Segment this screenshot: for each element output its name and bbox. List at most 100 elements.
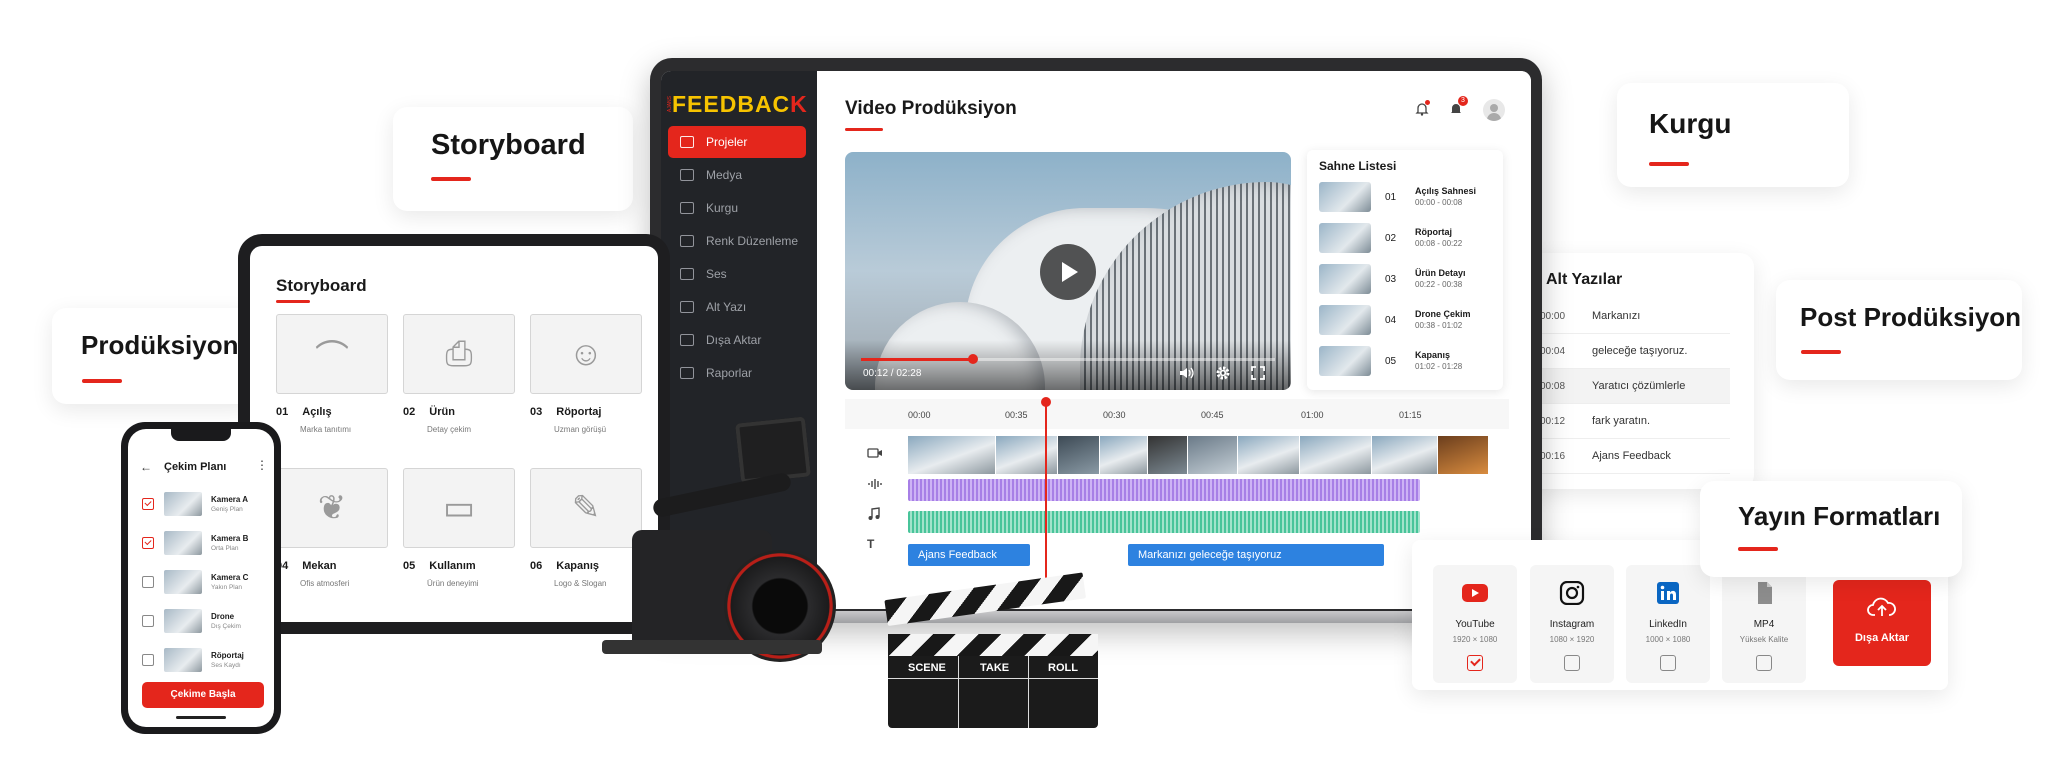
- format-checkbox[interactable]: [1756, 655, 1772, 671]
- progress-handle[interactable]: [967, 354, 978, 364]
- sidebar-item-3[interactable]: Kurgu: [668, 192, 806, 224]
- shot-plan-row[interactable]: Kamera A Geniş Plan: [142, 489, 262, 519]
- label-post-produksiyon: Post Prodüksiyon: [1800, 302, 2022, 332]
- storyboard-card-desc: Detay çekim: [427, 425, 472, 434]
- nav-item-icon: [680, 334, 694, 346]
- scene-info: Kapanış 01:02 - 01:28: [1415, 349, 1462, 373]
- shot-plan-row[interactable]: Röportaj Ses Kaydı: [142, 645, 262, 675]
- nav-item-icon: [680, 268, 694, 280]
- shot-plan-row[interactable]: Drone Dış Çekim: [142, 606, 262, 636]
- bell-icon[interactable]: [1415, 100, 1430, 116]
- shot-thumbnail: [164, 492, 202, 516]
- more-menu-icon[interactable]: ⋮: [256, 458, 268, 472]
- scene-row[interactable]: 04 Drone Çekim 00:38 - 01:02: [1319, 300, 1509, 340]
- shot-plan-row[interactable]: Kamera C Yakın Plan: [142, 567, 262, 597]
- progress-fill: [861, 354, 978, 364]
- clapper-take-label: TAKE: [980, 662, 1010, 674]
- shot-checkbox[interactable]: [142, 654, 154, 666]
- notifications-icon[interactable]: 3: [1449, 96, 1468, 116]
- back-arrow-icon[interactable]: ←: [140, 460, 152, 474]
- timeline[interactable]: 00:00 00:35 00:30 00:45 01:00 01:15 T Ajans F…: [845, 397, 1509, 609]
- subtitle-row[interactable]: 00:08 Yaratıcı çözümlerle: [1540, 369, 1730, 404]
- sidebar-item-1[interactable]: Projeler: [668, 126, 806, 158]
- sidebar-item-2[interactable]: Medya: [668, 159, 806, 191]
- progress-track[interactable]: [861, 354, 1275, 364]
- label-card-kurgu: Kurgu: [1617, 83, 1849, 187]
- scene-name: Ürün Detayı: [1415, 268, 1466, 278]
- scene-row[interactable]: 01 Açılış Sahnesi 00:00 - 00:08: [1319, 177, 1509, 217]
- sidebar-item-8[interactable]: Raporlar: [668, 357, 806, 389]
- format-name: YouTube: [1455, 619, 1495, 630]
- shot-sub: Geniş Plan: [211, 505, 243, 513]
- sidebar-item-4[interactable]: Renk Düzenleme: [668, 225, 806, 257]
- tablet-title: Storyboard: [276, 276, 367, 295]
- storyboard-card[interactable]: ☺ 03 Röportaj Uzman görüşü: [530, 314, 642, 434]
- subtitle-row[interactable]: 00:00 Markanızı: [1540, 299, 1730, 334]
- sidebar-item-6[interactable]: Alt Yazı: [668, 291, 806, 323]
- camera-monitor: [735, 416, 811, 484]
- video-player[interactable]: 00:12 / 02:28: [845, 152, 1291, 390]
- linkedin-icon: [1654, 581, 1682, 605]
- start-shoot-button[interactable]: Çekime Başla: [142, 682, 264, 708]
- shot-checkbox[interactable]: [142, 537, 154, 549]
- tablet-title-underline: [276, 300, 310, 303]
- label-produksiyon: Prodüksiyon: [81, 330, 239, 360]
- format-checkbox[interactable]: [1564, 655, 1580, 671]
- scene-thumbnail: [1319, 182, 1371, 212]
- sidebar-item-7[interactable]: Dışa Aktar: [668, 324, 806, 356]
- label-yayin-formatlari: Yayın Formatları: [1738, 501, 1941, 531]
- storyboard-card-desc: Marka tanıtımı: [300, 425, 352, 434]
- format-name: MP4: [1753, 619, 1775, 630]
- scene-number: 01: [1385, 191, 1397, 203]
- shot-checkbox[interactable]: [142, 498, 154, 510]
- storyboard-card-heading: 02 Ürün: [403, 406, 515, 418]
- scene-info: Ürün Detayı 00:22 - 00:38: [1415, 267, 1466, 291]
- nav-item-icon: [680, 301, 694, 313]
- storyboard-card[interactable]: ▭ 05 Kullanım Ürün deneyimi: [403, 468, 515, 588]
- shot-thumbnail: [164, 531, 202, 555]
- format-checkbox[interactable]: [1660, 655, 1676, 671]
- subtitle-clip-2[interactable]: Markanızı geleceğe taşıyoruz: [1128, 544, 1384, 566]
- scene-row[interactable]: 02 Röportaj 00:08 - 00:22: [1319, 218, 1509, 258]
- audio-waveform-voice[interactable]: [908, 479, 1420, 501]
- shot-checkbox[interactable]: [142, 615, 154, 627]
- scene-time: 00:22 - 00:38: [1415, 280, 1463, 289]
- subtitle-row[interactable]: 00:16 Ajans Feedback: [1540, 439, 1730, 474]
- format-option[interactable]: YouTube 1920 × 1080: [1433, 565, 1517, 683]
- subtitle-row[interactable]: 00:12 fark yaratın.: [1540, 404, 1730, 439]
- storyboard-card[interactable]: ⌒ 01 Açılış Marka tanıtımı: [276, 314, 388, 434]
- volume-icon[interactable]: [1179, 366, 1195, 380]
- settings-gear-icon[interactable]: [1215, 365, 1231, 381]
- format-option[interactable]: MP4 Yüksek Kalite: [1722, 565, 1806, 683]
- scene-row[interactable]: 03 Ürün Detayı 00:22 - 00:38: [1319, 259, 1509, 299]
- video-track[interactable]: [908, 436, 1489, 474]
- app-logo: FEEDBACK: [672, 91, 808, 118]
- shot-info: Kamera C Yakın Plan: [211, 573, 248, 592]
- subtitle-row[interactable]: 00:04 geleceğe taşıyoruz.: [1540, 334, 1730, 369]
- sidebar-item-5[interactable]: Ses: [668, 258, 806, 290]
- shot-checkbox[interactable]: [142, 576, 154, 588]
- storyboard-card[interactable]: ❦ 04 Mekan Ofis atmosferi: [276, 468, 388, 588]
- format-option[interactable]: Instagram 1080 × 1920: [1530, 565, 1614, 683]
- playhead[interactable]: [1041, 397, 1051, 599]
- storyboard-card[interactable]: ⎙ 02 Ürün Detay çekim: [403, 314, 515, 434]
- scene-row[interactable]: 05 Kapanış 01:02 - 01:28: [1319, 341, 1509, 381]
- timeline-tick-label: 01:00: [1301, 410, 1324, 420]
- avatar[interactable]: [1483, 99, 1505, 121]
- storyboard-card-desc: Ürün deneyimi: [427, 579, 479, 588]
- format-checkbox[interactable]: [1467, 655, 1483, 671]
- subtitle-clip-1[interactable]: Ajans Feedback: [908, 544, 1030, 566]
- storyboard-card-title: Kullanım: [429, 560, 476, 572]
- format-option[interactable]: LinkedIn 1000 × 1080: [1626, 565, 1710, 683]
- timeline-tick-label: 00:45: [1201, 410, 1224, 420]
- main-panel: Video Prodüksiyon 3 00:12 / 02:28 Sahne …: [817, 71, 1531, 609]
- export-button[interactable]: Dışa Aktar: [1833, 580, 1931, 666]
- scene-time: 01:02 - 01:28: [1415, 362, 1463, 371]
- fullscreen-icon[interactable]: [1251, 366, 1265, 380]
- shot-thumbnail: [164, 570, 202, 594]
- shot-plan-row[interactable]: Kamera B Orta Plan: [142, 528, 262, 558]
- phone: ← Çekim Planı ⋮ Kamera A Geniş Plan Kamera…: [121, 422, 281, 734]
- audio-waveform-music[interactable]: [908, 511, 1420, 533]
- play-button[interactable]: [1040, 244, 1096, 300]
- timeline-tick-label: 01:15: [1399, 410, 1422, 420]
